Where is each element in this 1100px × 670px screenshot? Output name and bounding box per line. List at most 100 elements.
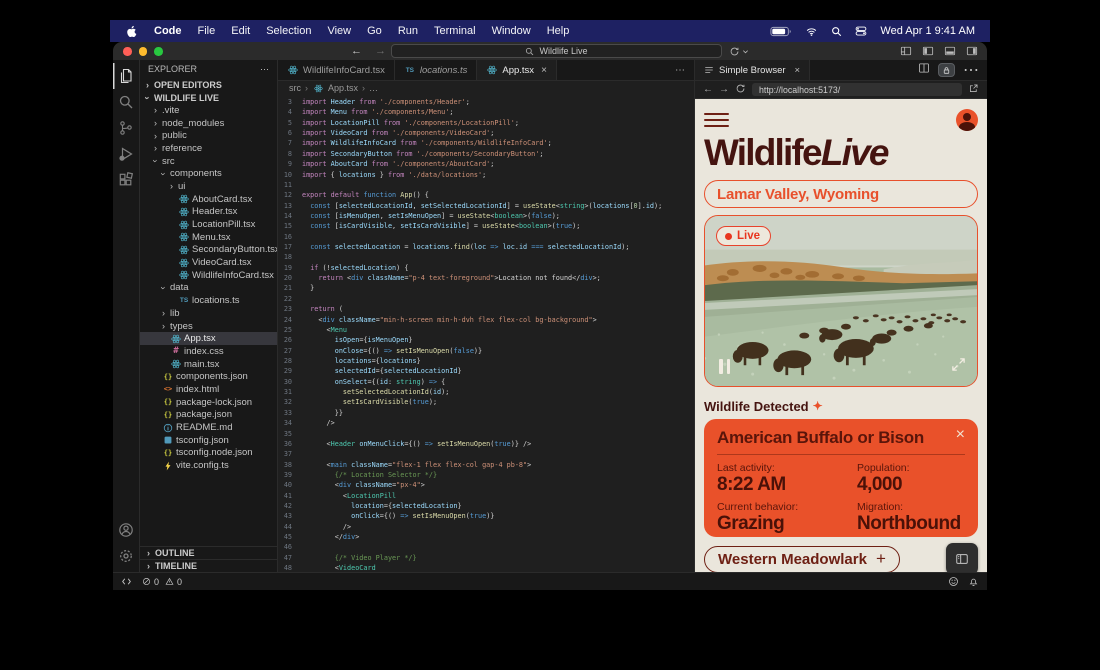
- open-external-icon[interactable]: [968, 83, 979, 97]
- folder-lib[interactable]: ›lib: [140, 307, 277, 320]
- folder-.vite[interactable]: ›.vite: [140, 104, 277, 117]
- command-center[interactable]: Wildlife Live: [391, 44, 722, 58]
- browser-forward-icon[interactable]: →: [719, 84, 729, 95]
- folder-node_modules[interactable]: ›node_modules: [140, 117, 277, 130]
- project-root-section[interactable]: › WILDLIFE LIVE: [140, 91, 277, 104]
- minimize-window-button[interactable]: [139, 47, 148, 56]
- menu-file[interactable]: File: [198, 25, 216, 37]
- search-icon[interactable]: [113, 89, 140, 115]
- notifications-bell-icon[interactable]: [968, 576, 979, 587]
- battery-icon[interactable]: [770, 26, 792, 37]
- extensions-icon[interactable]: [113, 167, 140, 193]
- file-vite.config.ts[interactable]: vite.config.ts: [140, 459, 277, 472]
- file-SecondaryButton.tsx[interactable]: SecondaryButton.tsx: [140, 244, 277, 257]
- control-center-icon[interactable]: [855, 25, 867, 37]
- run-debug-icon[interactable]: [113, 141, 140, 167]
- simple-browser-tab[interactable]: Simple Browser ×: [695, 60, 810, 80]
- code-editor[interactable]: 3import Header from './components/Header…: [278, 95, 694, 572]
- url-input[interactable]: http://localhost:5173/: [752, 83, 962, 96]
- layout-refresh-icon[interactable]: [729, 42, 749, 60]
- file-main.tsx[interactable]: main.tsx: [140, 358, 277, 371]
- menu-view[interactable]: View: [327, 25, 351, 37]
- tab-WildlifeInfoCard.tsx[interactable]: WildlifeInfoCard.tsx: [278, 60, 395, 80]
- menu-terminal[interactable]: Terminal: [434, 25, 476, 37]
- browser-back-icon[interactable]: ←: [703, 84, 713, 95]
- breadcrumb-item[interactable]: …: [369, 83, 378, 93]
- file-components.json[interactable]: {}components.json: [140, 370, 277, 383]
- file-tsconfig.json[interactable]: tsconfig.json: [140, 434, 277, 447]
- menu-help[interactable]: Help: [547, 25, 570, 37]
- tab-App.tsx[interactable]: App.tsx×: [477, 60, 557, 80]
- live-video-card[interactable]: Live: [704, 215, 978, 387]
- breadcrumb[interactable]: src›App.tsx›…: [278, 81, 694, 95]
- pause-button[interactable]: [719, 359, 730, 374]
- folder-reference[interactable]: ›reference: [140, 142, 277, 155]
- file-README.md[interactable]: README.md: [140, 421, 277, 434]
- file-package-lock.json[interactable]: {}package-lock.json: [140, 396, 277, 409]
- file-AboutCard.tsx[interactable]: AboutCard.tsx: [140, 193, 277, 206]
- file-package.json[interactable]: {}package.json: [140, 409, 277, 422]
- folder-public[interactable]: ›public: [140, 129, 277, 142]
- feedback-icon[interactable]: [948, 576, 959, 587]
- expand-icon[interactable]: [951, 357, 966, 377]
- close-card-icon[interactable]: ×: [956, 427, 965, 443]
- more-actions-icon[interactable]: ⋯: [963, 60, 979, 80]
- source-control-icon[interactable]: [113, 115, 140, 141]
- outline-section[interactable]: › OUTLINE: [140, 546, 277, 559]
- close-window-button[interactable]: [123, 47, 132, 56]
- close-icon[interactable]: ×: [795, 65, 801, 76]
- folder-ui[interactable]: ›ui: [140, 180, 277, 193]
- folder-src[interactable]: ›src: [140, 155, 277, 168]
- menu-go[interactable]: Go: [367, 25, 382, 37]
- file-index.css[interactable]: #index.css: [140, 345, 277, 358]
- folder-types[interactable]: ›types: [140, 320, 277, 333]
- zoom-window-button[interactable]: [154, 47, 163, 56]
- menu-window[interactable]: Window: [492, 25, 531, 37]
- devtools-overlay-button[interactable]: [946, 543, 978, 572]
- explorer-more-icon[interactable]: ⋯: [260, 64, 269, 75]
- account-icon[interactable]: [113, 517, 140, 543]
- browser-reload-icon[interactable]: [735, 83, 746, 97]
- split-editor-icon[interactable]: [918, 61, 930, 79]
- editor-more-actions-icon[interactable]: ⋯: [666, 60, 694, 80]
- explorer-icon[interactable]: [113, 63, 140, 89]
- file-WildlifeInfoCard.tsx[interactable]: WildlifeInfoCard.tsx: [140, 269, 277, 282]
- file-App.tsx[interactable]: App.tsx: [140, 332, 277, 345]
- file-index.html[interactable]: <>index.html: [140, 383, 277, 396]
- menu-edit[interactable]: Edit: [231, 25, 250, 37]
- folder-components[interactable]: ›components: [140, 167, 277, 180]
- nav-forward-icon[interactable]: →: [375, 45, 386, 57]
- open-editors-section[interactable]: › OPEN EDITORS: [140, 78, 277, 91]
- spotlight-search-icon[interactable]: [831, 26, 842, 37]
- file-locations.ts[interactable]: TSlocations.ts: [140, 294, 277, 307]
- folder-data[interactable]: ›data: [140, 282, 277, 295]
- menubar-clock[interactable]: Wed Apr 1 9:41 AM: [880, 25, 975, 37]
- avatar[interactable]: [956, 109, 978, 131]
- file-Header.tsx[interactable]: Header.tsx: [140, 206, 277, 219]
- breadcrumb-item[interactable]: src: [289, 83, 301, 93]
- wifi-icon[interactable]: [805, 26, 818, 37]
- settings-gear-icon[interactable]: [113, 543, 140, 569]
- file-LocationPill.tsx[interactable]: LocationPill.tsx: [140, 218, 277, 231]
- menu-selection[interactable]: Selection: [266, 25, 311, 37]
- menubar-app-name[interactable]: Code: [154, 25, 182, 37]
- tab-locations.ts[interactable]: TSlocations.ts: [395, 60, 478, 80]
- timeline-section[interactable]: › TIMELINE: [140, 559, 277, 572]
- file-Menu.tsx[interactable]: Menu.tsx: [140, 231, 277, 244]
- toggle-secondary-sidebar-icon[interactable]: [966, 45, 978, 57]
- toggle-panel-icon[interactable]: [944, 45, 956, 57]
- file-tsconfig.node.json[interactable]: {}tsconfig.node.json: [140, 447, 277, 460]
- file-VideoCard.tsx[interactable]: VideoCard.tsx: [140, 256, 277, 269]
- close-icon[interactable]: ×: [541, 65, 547, 76]
- menu-run[interactable]: Run: [398, 25, 418, 37]
- apple-logo-icon[interactable]: [125, 25, 138, 38]
- breadcrumb-item[interactable]: App.tsx: [328, 83, 358, 93]
- next-species-button[interactable]: Western Meadowlark +: [704, 546, 900, 573]
- hamburger-menu-icon[interactable]: [704, 113, 729, 128]
- remote-indicator-icon[interactable]: [121, 576, 132, 587]
- nav-back-icon[interactable]: ←: [351, 45, 362, 57]
- location-pill-button[interactable]: Lamar Valley, Wyoming: [704, 180, 978, 208]
- problems-indicator[interactable]: 0 0: [142, 577, 182, 587]
- lock-button[interactable]: [938, 63, 955, 77]
- customize-layout-icon[interactable]: [900, 45, 912, 57]
